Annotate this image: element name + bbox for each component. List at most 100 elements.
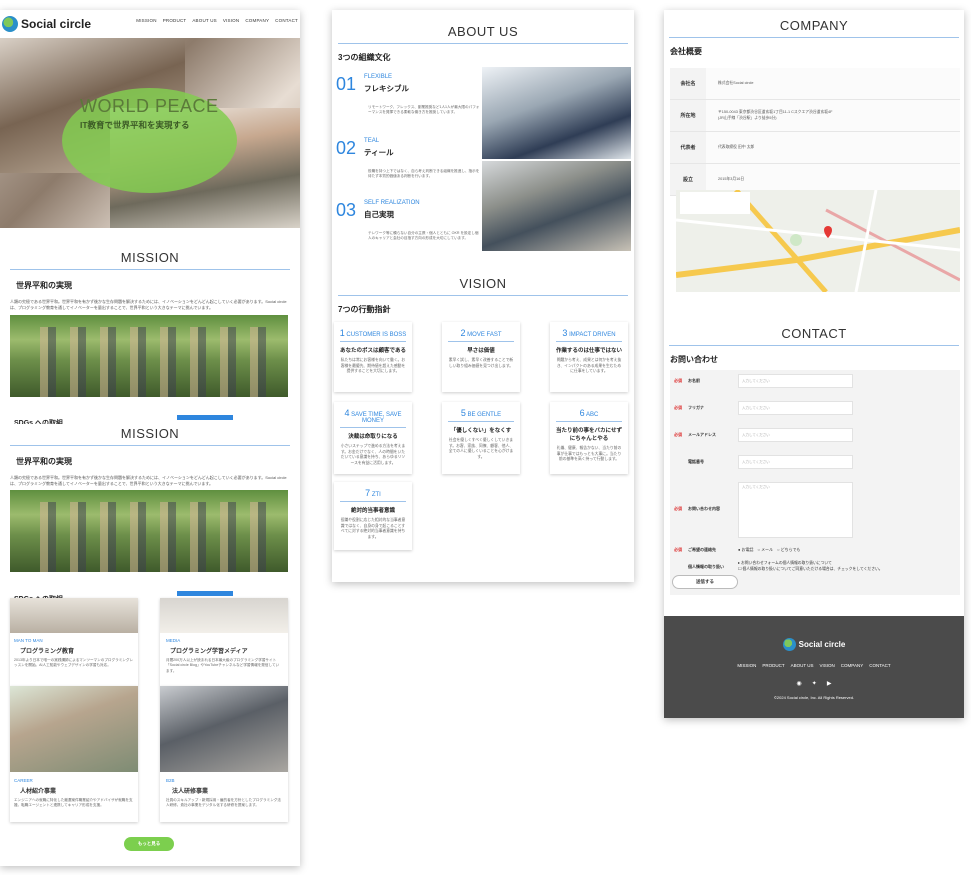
radio-either[interactable]: ○ どちらでも	[777, 547, 800, 553]
value-keyword: CUSTOMER IS BOSS	[346, 332, 407, 338]
mission-text-2: 人類の究極である世界平和。世界平和を有かず後かな生存問題を解決するためには、イノ…	[10, 475, 287, 486]
hero-subtitle: IT教育で世界平和を実現する	[80, 120, 190, 130]
field-label: 個人情報の取り扱い	[688, 564, 724, 569]
value-title: 作業するのは仕事ではない	[555, 348, 622, 354]
nav-contact[interactable]: CONTACT	[275, 18, 298, 23]
product-card-career[interactable]: CAREER 人材紹介事業 エンジニアへの就職に特化した厳選案件職業紹介やアドバ…	[10, 686, 138, 822]
copyright: ©2024 Social circle, Inc. All Rights Res…	[773, 695, 855, 700]
logo-text: Social circle	[21, 17, 92, 31]
product-card-b2b[interactable]: B2B 法人研修事業 社員のスキルアップ・新規採用・雇的者を方針としたプログラミ…	[160, 686, 288, 822]
value-number: 4	[344, 408, 350, 418]
twitter-icon[interactable]: ✦	[812, 680, 817, 687]
instagram-icon[interactable]: ◉	[797, 680, 802, 687]
footer-logo[interactable]: Social circle	[664, 638, 964, 651]
culture-text: テレワーク等に頼らない自分の主張・個人とともに OKR を設定し個人のキャリアと…	[368, 231, 479, 241]
hero-section: WORLD PEACE IT教育で世界平和を実現する	[0, 38, 300, 228]
value-number: 7	[365, 488, 371, 498]
nav-about[interactable]: ABOUT US	[192, 18, 217, 23]
nav-product[interactable]: PRODUCT	[163, 18, 187, 23]
email-input[interactable]: 入力してください	[738, 428, 853, 442]
product-tag: CAREER	[14, 778, 33, 783]
social-icons: ◉ ✦ ▶	[664, 680, 964, 687]
value-number: 2	[460, 328, 466, 338]
culture-keyword: TEAL	[364, 138, 380, 144]
value-desc: 社会を優しくすべく優しくしていきます。お客、家族、同僚、顧客、他人、全ての人に優…	[448, 438, 514, 460]
value-title: 早さは価値	[467, 348, 495, 354]
value-desc: 素早く試し、素早く改善することで新しい取り組み価値を見つけ出します。	[448, 358, 514, 368]
company-section: COMPANY 会社概要	[664, 18, 964, 57]
value-card-3: 3 IMPACT DRIVEN 作業するのは仕事ではない 問題から考え、成果とは何か…	[550, 322, 628, 392]
name-input[interactable]: 入力してください	[738, 374, 853, 388]
value-desc: 私たちは常にお客様を向いて働く。お客様を最優先、期待値を超えた感動を提供すること…	[340, 358, 406, 374]
product-tag: B2B	[166, 778, 175, 783]
value-number: 1	[339, 328, 345, 338]
product-title: プログラミング学習メディア	[170, 649, 248, 655]
product-photo	[160, 598, 288, 633]
logo-globe-icon	[782, 638, 796, 651]
culture-number: 02	[336, 138, 357, 158]
value-card-6: 6 ABC 当たり前の事をバカにせずにちゃんとやる 礼儀、健康、報告かない、当たり前…	[550, 402, 628, 474]
value-desc: 礼儀、健康、報告かない、当たり前の事が仕事ではもっとも大事に。当たり前の基準を高…	[556, 446, 622, 462]
contact-subtitle: お問い合わせ	[670, 355, 718, 364]
youtube-icon[interactable]: ▶	[827, 680, 832, 687]
culture-number: 01	[336, 74, 357, 94]
value-keyword: MOVE FAST	[467, 332, 502, 338]
sdgs-heading: SDGs への取組	[14, 420, 64, 424]
row-key: 会社名	[670, 68, 706, 99]
product-title: 人材紹介事業	[20, 789, 57, 795]
phone-input[interactable]: 入力してください	[738, 455, 853, 469]
value-desc: 役職や役割に応じた相対的な当事者意識ではなく、自身の身で起こることすべてに対する…	[340, 518, 406, 540]
kana-input[interactable]: 入力してください	[738, 401, 853, 415]
footer-logo-text: Social circle	[798, 640, 846, 649]
site-logo[interactable]: Social circle	[2, 16, 91, 32]
company-subtitle: 会社概要	[670, 47, 702, 56]
footer-nav-contact[interactable]: CONTACT	[869, 663, 890, 668]
about-section: ABOUT US 3つの組織文化	[332, 24, 634, 63]
sdgs-bar-2	[177, 591, 233, 596]
logo-globe-icon	[2, 16, 18, 32]
required-badge: 必須	[674, 405, 682, 410]
footer-nav-about[interactable]: ABOUT US	[791, 663, 814, 668]
nav-vision[interactable]: VISION	[223, 18, 239, 23]
value-desc: 問題から考え、成果とは何かを考え抜き、インパクトのある成果を生むために仕事をして…	[556, 358, 622, 374]
required-badge: 必須	[674, 506, 682, 511]
value-title: 「優しくない」をなくす	[450, 428, 512, 434]
footer-nav-company[interactable]: COMPANY	[841, 663, 863, 668]
submit-button[interactable]: 送信する	[672, 575, 738, 589]
footer-nav: MISSION PRODUCT ABOUT US VISION COMPANY …	[664, 663, 964, 668]
privacy-checkbox[interactable]: ☐ 個人情報の取り扱いについてご同意いただける場合は、チェックをしてください。	[738, 566, 883, 572]
field-label: メールアドレス	[688, 432, 716, 437]
nav-mission[interactable]: MISSION	[136, 18, 156, 23]
value-number: 5	[460, 408, 466, 418]
value-keyword: ABC	[586, 412, 599, 418]
culture-number: 03	[336, 200, 357, 220]
mission-photo	[10, 315, 288, 397]
row-value: 〒150-0043 東京都渋谷区道玄坂1丁目11-1 Cスクエア渋谷道玄坂4F …	[706, 100, 960, 131]
mission-section: MISSION 世界平和の実現 人類の究極である世界平和。世界平和を有かず後かな…	[0, 250, 300, 311]
inquiry-textarea[interactable]: 入力してください	[738, 482, 853, 538]
field-label: フリガナ	[688, 405, 704, 410]
nav-company[interactable]: COMPANY	[245, 18, 269, 23]
culture-self-realization: 03 SELF REALIZATION 自己実現 テレワーク等に頼らない自分の主張…	[336, 200, 480, 242]
company-map[interactable]	[676, 190, 960, 292]
culture-name: ティール	[364, 148, 394, 157]
product-card-programming[interactable]: MAN TO MAN プログラミング教育 2013年より日本で唯一の実践講師によ…	[10, 598, 138, 686]
more-button[interactable]: もっと見る	[124, 837, 174, 851]
footer-nav-vision[interactable]: VISION	[820, 663, 835, 668]
field-label: ご希望の連絡先	[688, 547, 716, 552]
culture-subtitle: 3つの組織文化	[338, 53, 391, 62]
contact-method-radios[interactable]: ● お電話 ○ メール ○ どちらでも	[738, 547, 800, 553]
contact-section: CONTACT お問い合わせ	[664, 326, 964, 365]
product-text: 2013年より日本で唯一の実践講師によるマンツーマンのプログラミングレッスンを開…	[14, 658, 134, 668]
product-card-media[interactable]: MEDIA プログラミング学習メディア 月間200万人以上が読まれる日本最大級の…	[160, 598, 288, 686]
footer-nav-product[interactable]: PRODUCT	[762, 663, 784, 668]
radio-email[interactable]: ○ メール	[758, 547, 774, 553]
company-row: 代表者 代表取締役 田中 太郎	[670, 132, 960, 164]
value-card-2: 2 MOVE FAST 早さは価値素早く試し、素早く改善することで新しい取り組み価…	[442, 322, 520, 392]
about-photo-laptop	[482, 67, 631, 159]
sdgs-bar	[177, 415, 233, 420]
footer-nav-mission[interactable]: MISSION	[737, 663, 756, 668]
culture-keyword: SELF REALIZATION	[364, 200, 420, 206]
value-card-4: 4 SAVE TIME, SAVE MONEY 決裁は命取りになる 小さいステップで…	[334, 402, 412, 474]
radio-phone[interactable]: ● お電話	[738, 547, 754, 553]
